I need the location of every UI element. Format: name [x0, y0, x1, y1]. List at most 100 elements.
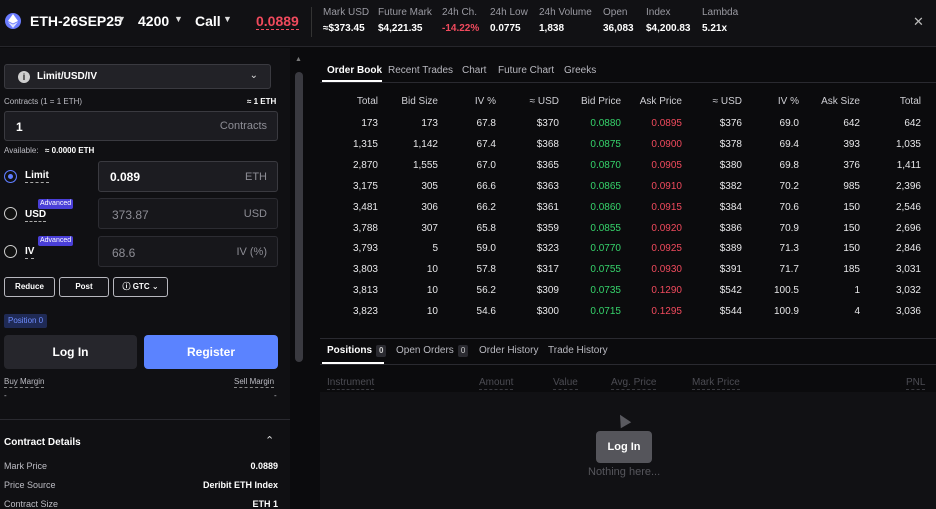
column-header-ask-total: Total — [899, 96, 921, 107]
chevron-down-icon[interactable]: ▼ — [174, 14, 183, 24]
cell-bid-iv: 54.6 — [476, 306, 496, 318]
cell-ask-price[interactable]: 0.0925 — [651, 243, 682, 254]
contracts-input[interactable]: 1 Contracts — [4, 111, 278, 141]
stat-future-mark: Future Mark $4,221.35 — [378, 7, 432, 34]
cell-ask-price[interactable]: 0.0920 — [651, 223, 682, 234]
cell-ask-price[interactable]: 0.0910 — [651, 181, 682, 192]
cell-ask-iv: 100.9 — [773, 306, 799, 318]
cell-bid-usd: $300 — [536, 306, 559, 318]
tab-chart[interactable]: Chart — [462, 65, 486, 76]
reduce-only-button[interactable]: Reduce — [4, 277, 55, 297]
positions-login-button[interactable]: Log In — [596, 431, 652, 463]
cell-bid-iv: 67.0 — [476, 159, 496, 171]
tab-label: Open Orders — [396, 345, 454, 356]
scroll-up-icon[interactable]: ▲ — [295, 56, 302, 63]
strike-selector[interactable]: 4200 — [138, 13, 169, 29]
cell-ask-size: 985 — [843, 180, 860, 192]
cell-bid-price[interactable]: 0.0770 — [590, 243, 621, 254]
divider — [0, 419, 290, 420]
cell-bid-size: 305 — [421, 180, 438, 192]
register-button[interactable]: Register — [144, 335, 278, 369]
cell-bid-iv: 66.2 — [476, 201, 496, 213]
cell-bid-price[interactable]: 0.0875 — [590, 139, 621, 150]
tab-order-history[interactable]: Order History — [479, 345, 538, 356]
stat-value: $4,221.35 — [378, 23, 423, 34]
cell-ask-size: 4 — [854, 306, 860, 318]
order-mode-value: Limit/USD/IV — [37, 71, 98, 82]
cell-ask-size: 376 — [843, 159, 860, 171]
cell-bid-size: 10 — [426, 285, 438, 297]
empty-state-text: Nothing here... — [588, 466, 661, 478]
cell-bid-total: 2,870 — [352, 159, 378, 171]
cell-bid-price[interactable]: 0.0865 — [590, 181, 621, 192]
usd-radio[interactable] — [4, 207, 17, 220]
tab-recent-trades[interactable]: Recent Trades — [388, 65, 453, 76]
cell-ask-price[interactable]: 0.0915 — [651, 202, 682, 213]
cell-ask-usd: $382 — [719, 180, 742, 192]
stat-label: Lambda — [702, 7, 739, 18]
contracts-unit: Contracts — [219, 120, 267, 132]
column-header-avg-price: Avg. Price — [611, 377, 657, 390]
cell-bid-price[interactable]: 0.0860 — [590, 202, 621, 213]
cell-bid-iv: 57.8 — [476, 264, 496, 276]
cell-ask-iv: 69.4 — [779, 138, 799, 150]
iv-label: IV — [25, 246, 35, 259]
cell-ask-usd: $391 — [719, 264, 742, 276]
cell-ask-price[interactable]: 0.1290 — [651, 285, 682, 296]
usd-price-value: 373.87 — [112, 208, 149, 222]
usd-price-input[interactable]: 373.87 USD — [98, 198, 278, 229]
chevron-down-icon[interactable]: ▼ — [117, 14, 126, 24]
cell-bid-price[interactable]: 0.0855 — [590, 223, 621, 234]
cell-ask-usd: $380 — [719, 159, 742, 171]
order-mode-select[interactable]: i Limit/USD/IV ⌄ — [4, 64, 271, 89]
cell-ask-iv: 70.6 — [779, 201, 799, 213]
divider — [311, 7, 312, 37]
cell-bid-price[interactable]: 0.0870 — [590, 160, 621, 171]
limit-price-input[interactable]: 0.089 ETH — [98, 161, 278, 192]
usd-price-unit: USD — [243, 208, 267, 220]
scrollbar[interactable]: ▲ — [293, 48, 305, 509]
chevron-down-icon[interactable]: ▼ — [223, 14, 232, 24]
tab-trade-history[interactable]: Trade History — [548, 345, 608, 356]
iv-input[interactable]: 68.6 IV (%) — [98, 236, 278, 267]
tab-positions[interactable]: Positions 0 — [327, 345, 387, 357]
time-in-force-select[interactable]: ⓘ GTC ⌄ — [113, 277, 168, 297]
cell-ask-usd: $378 — [719, 138, 742, 150]
tab-future-chart[interactable]: Future Chart — [498, 65, 554, 76]
stat-value: 1,838 — [539, 23, 565, 34]
stat-24h-low: 24h Low 0.0775 — [490, 7, 528, 34]
cell-bid-price[interactable]: 0.0735 — [590, 285, 621, 296]
cell-ask-price[interactable]: 0.0930 — [651, 264, 682, 275]
cell-ask-iv: 70.2 — [779, 180, 799, 192]
close-icon[interactable]: ✕ — [913, 14, 924, 30]
cell-bid-total: 3,481 — [352, 201, 378, 213]
limit-radio[interactable] — [4, 170, 17, 183]
cell-ask-price[interactable]: 0.1295 — [651, 306, 682, 317]
cell-ask-usd: $544 — [719, 306, 742, 318]
cell-ask-price[interactable]: 0.0905 — [651, 160, 682, 171]
cell-ask-total: 2,846 — [895, 243, 921, 255]
option-type-selector[interactable]: Call — [195, 13, 221, 29]
cell-bid-total: 3,813 — [352, 285, 378, 297]
cell-bid-price[interactable]: 0.0880 — [590, 118, 621, 129]
chevron-up-icon[interactable]: ⌃ — [265, 434, 274, 447]
stat-label: 24h Low — [490, 7, 528, 18]
cell-ask-price[interactable]: 0.0895 — [651, 118, 682, 129]
stat-label: 24h Volume — [539, 7, 592, 18]
scrollbar-thumb[interactable] — [295, 72, 303, 362]
post-only-button[interactable]: Post — [59, 277, 109, 297]
tab-order-book[interactable]: Order Book — [327, 65, 382, 76]
cell-bid-price[interactable]: 0.0715 — [590, 306, 621, 317]
cell-bid-price[interactable]: 0.0755 — [590, 264, 621, 275]
detail-label: Price Source — [4, 480, 56, 490]
login-button[interactable]: Log In — [4, 335, 137, 369]
cell-ask-price[interactable]: 0.0900 — [651, 139, 682, 150]
detail-value: ETH 1 — [252, 499, 278, 509]
info-icon: i — [18, 71, 30, 83]
instrument-selector[interactable]: ETH-26SEP25 — [30, 13, 122, 29]
tab-open-orders[interactable]: Open Orders 0 — [396, 345, 469, 357]
cell-ask-usd: $389 — [719, 243, 742, 255]
iv-radio[interactable] — [4, 245, 17, 258]
tab-greeks[interactable]: Greeks — [564, 65, 596, 76]
iv-value: 68.6 — [112, 246, 136, 260]
